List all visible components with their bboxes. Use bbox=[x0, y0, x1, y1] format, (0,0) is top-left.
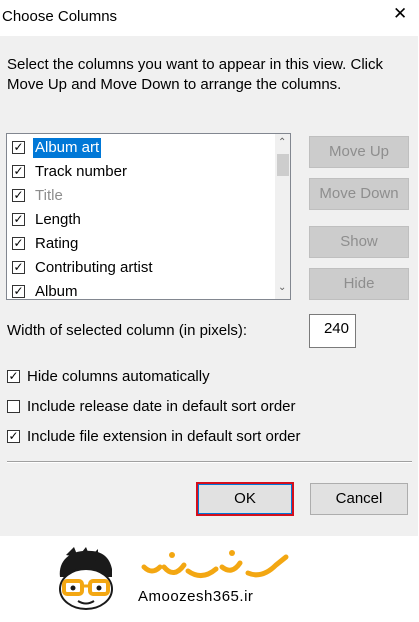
checkbox[interactable]: ✓ bbox=[12, 285, 25, 298]
option-label: Hide columns automatically bbox=[27, 368, 210, 385]
watermark-text: Amoozesh365.ir bbox=[138, 588, 254, 605]
list-item-label: Track number bbox=[35, 163, 127, 180]
cancel-button[interactable]: Cancel bbox=[310, 483, 408, 515]
choose-columns-dialog: Choose Columns ✕ Select the columns you … bbox=[0, 0, 418, 536]
move-up-button[interactable]: Move Up bbox=[309, 136, 409, 168]
checkbox[interactable]: ✓ bbox=[12, 261, 25, 274]
move-down-button[interactable]: Move Down bbox=[309, 178, 409, 210]
list-item-label: Title bbox=[35, 187, 63, 204]
hide-button[interactable]: Hide bbox=[309, 268, 409, 300]
vertical-scrollbar[interactable]: ⌃ ⌄ bbox=[275, 134, 290, 299]
list-item-label: Album bbox=[35, 283, 78, 300]
checkbox[interactable] bbox=[7, 400, 20, 413]
option-label: Include release date in default sort ord… bbox=[27, 398, 296, 415]
show-button[interactable]: Show bbox=[309, 226, 409, 258]
list-item-label: Rating bbox=[35, 235, 79, 252]
list-item[interactable]: ✓ Contributing artist bbox=[7, 257, 275, 281]
checkbox[interactable]: ✓ bbox=[7, 370, 20, 383]
file-extension-sort-option[interactable]: ✓ Include file extension in default sort… bbox=[7, 427, 312, 447]
list-item-label: Length bbox=[35, 211, 81, 228]
scroll-down-icon[interactable]: ⌄ bbox=[278, 282, 286, 293]
list-item[interactable]: ✓ Rating bbox=[7, 233, 275, 257]
checkbox[interactable]: ✓ bbox=[12, 141, 25, 154]
hide-columns-option[interactable]: ✓ Hide columns automatically bbox=[7, 367, 227, 387]
checkbox[interactable]: ✓ bbox=[12, 213, 25, 226]
scroll-thumb[interactable] bbox=[277, 154, 289, 176]
close-icon[interactable]: ✕ bbox=[393, 4, 407, 24]
release-date-sort-option[interactable]: Include release date in default sort ord… bbox=[7, 397, 307, 417]
column-width-label: Width of selected column (in pixels): bbox=[7, 322, 248, 339]
list-item-label: Album art bbox=[33, 138, 102, 158]
column-width-input[interactable]: 240 bbox=[309, 314, 356, 348]
list-item[interactable]: ✓ Length bbox=[7, 209, 275, 233]
dialog-title: Choose Columns bbox=[2, 8, 118, 25]
list-item[interactable]: ✓ Album art bbox=[7, 137, 275, 161]
scroll-up-icon[interactable]: ⌃ bbox=[278, 137, 286, 148]
checkbox[interactable]: ✓ bbox=[12, 189, 25, 202]
list-item[interactable]: ✓ Title bbox=[7, 185, 275, 209]
instructions-text: Select the columns you want to appear in… bbox=[7, 56, 384, 93]
list-item[interactable]: ✓ Track number bbox=[7, 161, 275, 185]
divider bbox=[7, 461, 412, 463]
list-item-label: Contributing artist bbox=[35, 259, 153, 276]
columns-list[interactable]: ✓ Album art ✓ Track number ✓ Title ✓ Len… bbox=[6, 133, 291, 300]
checkbox[interactable]: ✓ bbox=[7, 430, 20, 443]
option-label: Include file extension in default sort o… bbox=[27, 428, 301, 445]
checkbox[interactable]: ✓ bbox=[12, 165, 25, 178]
list-item[interactable]: ✓ Album bbox=[7, 281, 275, 300]
title-bar: Choose Columns ✕ bbox=[0, 0, 418, 36]
checkbox[interactable]: ✓ bbox=[12, 237, 25, 250]
ok-button-highlight bbox=[196, 482, 294, 516]
